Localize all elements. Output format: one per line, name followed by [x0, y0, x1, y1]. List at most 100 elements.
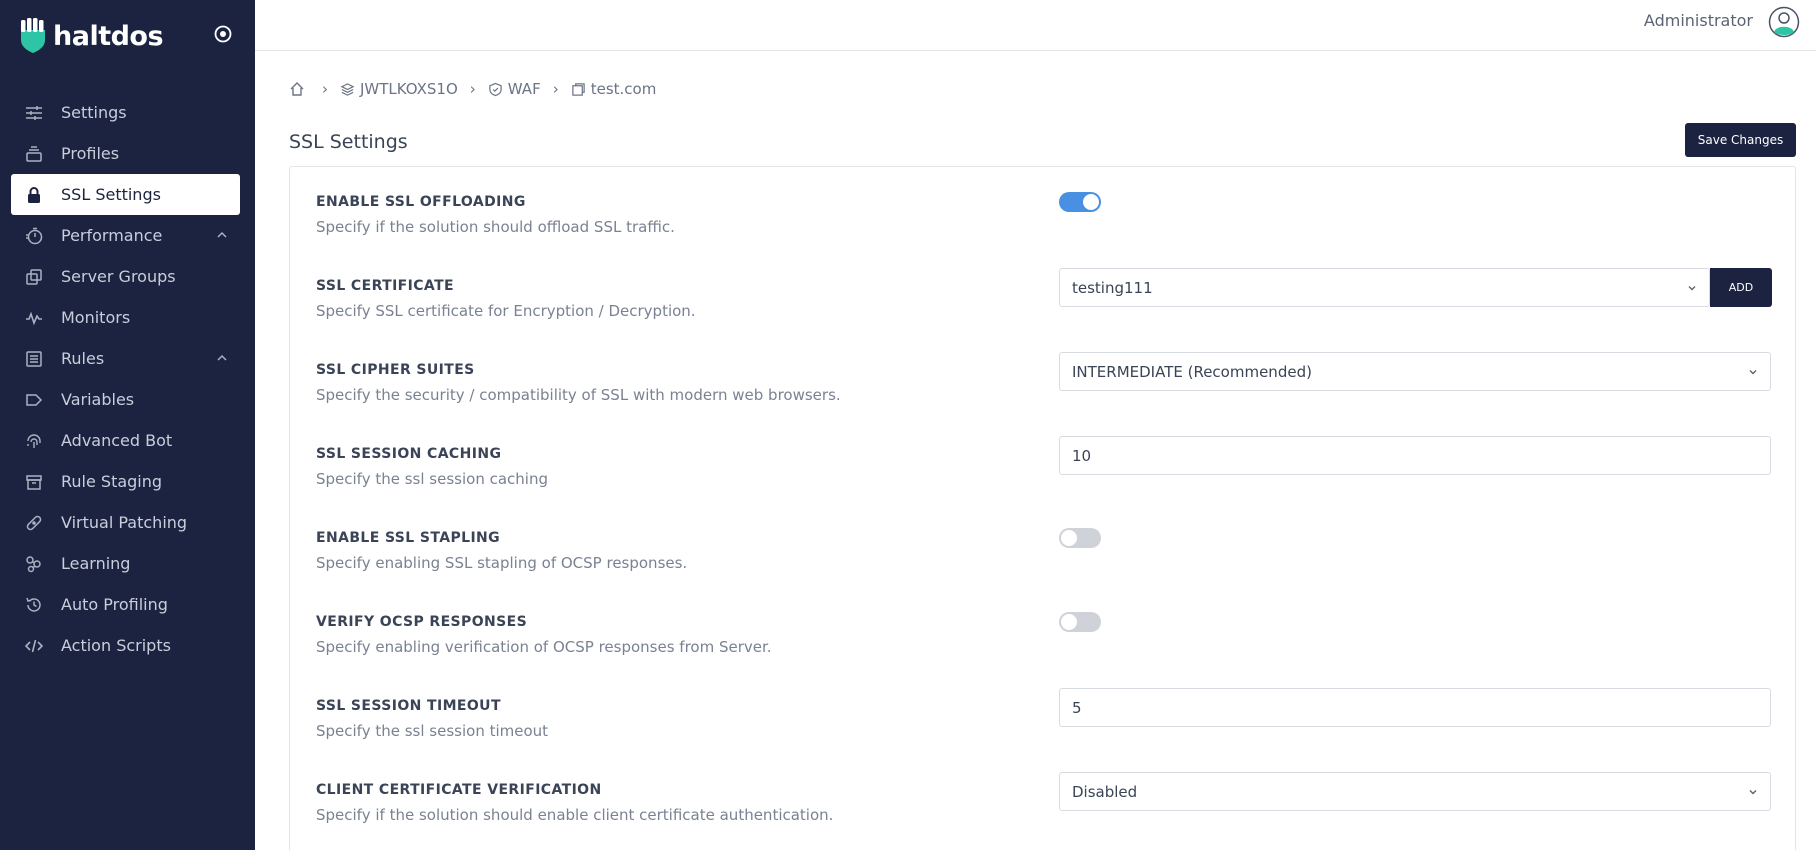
page-title: SSL Settings [289, 131, 408, 153]
sidebar-item-rule-staging[interactable]: Rule Staging [11, 461, 240, 502]
cipher-suites-select[interactable]: INTERMEDIATE (Recommended) [1059, 352, 1771, 391]
breadcrumb-separator: › [469, 80, 476, 98]
sidebar: haltdos Settings Profiles SSL Settings P… [0, 0, 255, 850]
logo-icon [21, 18, 45, 53]
sidebar-item-label: Rule Staging [61, 472, 163, 491]
ssl-offloading-toggle[interactable] [1059, 192, 1101, 212]
brand-logo[interactable]: haltdos [18, 16, 240, 56]
sliders-icon [24, 103, 44, 123]
sidebar-nav: Settings Profiles SSL Settings Performan… [11, 92, 240, 666]
sidebar-item-monitors[interactable]: Monitors [11, 297, 240, 338]
sidebar-item-server-groups[interactable]: Server Groups [11, 256, 240, 297]
breadcrumb-home[interactable] [289, 81, 310, 97]
verify-ocsp-toggle[interactable] [1059, 612, 1101, 632]
breadcrumb-module-label: WAF [507, 80, 541, 98]
sidebar-item-learning[interactable]: Learning [11, 543, 240, 584]
setting-title: ENABLE SSL OFFLOADING [316, 194, 526, 210]
chevron-down-icon [1749, 790, 1757, 795]
setting-ssl-offloading: ENABLE SSL OFFLOADING Specify if the sol… [316, 192, 1771, 254]
brand-name: haltdos [53, 20, 164, 52]
shield-check-icon [489, 82, 502, 96]
code-icon [24, 636, 44, 656]
sidebar-item-label: Auto Profiling [61, 595, 168, 614]
setting-description: Specify enabling verification of OCSP re… [316, 638, 772, 656]
user-avatar-icon[interactable] [1768, 6, 1800, 38]
select-value: testing111 [1072, 279, 1153, 297]
lock-icon [24, 185, 44, 205]
sidebar-item-label: Learning [61, 554, 131, 573]
sidebar-item-label: SSL Settings [61, 185, 161, 204]
setting-title: SSL SESSION CACHING [316, 446, 502, 462]
chevron-down-icon [1749, 370, 1757, 375]
sidebar-item-profiles[interactable]: Profiles [11, 133, 240, 174]
setting-ssl-stapling: ENABLE SSL STAPLING Specify enabling SSL… [316, 528, 1771, 590]
top-bar: Administrator [255, 0, 1816, 51]
setting-verify-ocsp: VERIFY OCSP RESPONSES Specify enabling v… [316, 612, 1771, 674]
chevron-up-icon [217, 231, 227, 238]
setting-description: Specify enabling SSL stapling of OCSP re… [316, 554, 688, 572]
setting-title: VERIFY OCSP RESPONSES [316, 614, 528, 630]
molecule-icon [24, 554, 44, 574]
sidebar-item-label: Action Scripts [61, 636, 171, 655]
toggle-knob [1061, 530, 1077, 546]
chevron-up-icon [217, 354, 227, 361]
sidebar-item-rules[interactable]: Rules [11, 338, 240, 379]
sidebar-item-variables[interactable]: Variables [11, 379, 240, 420]
chevron-down-icon [1688, 286, 1696, 291]
setting-title: SSL CERTIFICATE [316, 278, 454, 294]
sidebar-item-ssl-settings[interactable]: SSL Settings [11, 174, 240, 215]
breadcrumb-site[interactable]: test.com [571, 80, 657, 98]
setting-title: SSL CIPHER SUITES [316, 362, 475, 378]
setting-title: CLIENT CERTIFICATE VERIFICATION [316, 782, 602, 798]
history-icon [24, 595, 44, 615]
session-caching-input[interactable]: 10 [1059, 436, 1771, 475]
bandaid-icon [24, 513, 44, 533]
user-name[interactable]: Administrator [1644, 11, 1753, 30]
sidebar-item-label: Variables [61, 390, 135, 409]
breadcrumb-node[interactable]: JWTLKOXS1O [340, 80, 458, 98]
sidebar-collapse-icon[interactable] [213, 24, 233, 44]
session-timeout-input[interactable]: 5 [1059, 688, 1771, 727]
breadcrumb-node-label: JWTLKOXS1O [360, 80, 458, 98]
setting-cipher-suites: SSL CIPHER SUITES Specify the security /… [316, 352, 1771, 422]
client-certificate-select[interactable]: Disabled [1059, 772, 1771, 811]
sidebar-item-advanced-bot[interactable]: Advanced Bot [11, 420, 240, 461]
setting-description: Specify SSL certificate for Encryption /… [316, 302, 696, 320]
breadcrumb-module[interactable]: WAF [488, 80, 541, 98]
add-certificate-button[interactable]: ADD [1710, 268, 1772, 307]
setting-description: Specify the ssl session timeout [316, 722, 549, 740]
setting-description: Specify the security / compatibility of … [316, 386, 841, 404]
breadcrumb-separator: › [552, 80, 559, 98]
sidebar-item-action-scripts[interactable]: Action Scripts [11, 625, 240, 666]
settings-card: ENABLE SSL OFFLOADING Specify if the sol… [289, 166, 1796, 850]
setting-session-timeout: SSL SESSION TIMEOUT Specify the ssl sess… [316, 688, 1771, 758]
select-value: Disabled [1072, 783, 1138, 801]
copy-icon [24, 267, 44, 287]
save-changes-button[interactable]: Save Changes [1685, 123, 1796, 157]
sidebar-item-label: Monitors [61, 308, 131, 327]
sidebar-item-performance[interactable]: Performance [11, 215, 240, 256]
ssl-certificate-select[interactable]: testing111 [1059, 268, 1710, 307]
stack-icon [24, 144, 44, 164]
archive-icon [24, 472, 44, 492]
tag-icon [24, 390, 44, 410]
sidebar-item-label: Settings [61, 103, 127, 122]
sidebar-item-label: Virtual Patching [61, 513, 188, 532]
setting-ssl-certificate: SSL CERTIFICATE Specify SSL certificate … [316, 268, 1772, 338]
breadcrumb: › JWTLKOXS1O › WAF › test.com [289, 78, 656, 100]
list-icon [24, 349, 44, 369]
input-value: 5 [1072, 699, 1082, 717]
setting-title: SSL SESSION TIMEOUT [316, 698, 501, 714]
sidebar-item-virtual-patching[interactable]: Virtual Patching [11, 502, 240, 543]
sidebar-item-label: Rules [61, 349, 105, 368]
select-value: INTERMEDIATE (Recommended) [1072, 363, 1312, 381]
toggle-knob [1061, 614, 1077, 630]
setting-client-certificate: CLIENT CERTIFICATE VERIFICATION Specify … [316, 772, 1771, 842]
sidebar-item-settings[interactable]: Settings [11, 92, 240, 133]
breadcrumb-separator: › [322, 80, 328, 98]
sidebar-item-label: Server Groups [61, 267, 176, 286]
input-value: 10 [1072, 447, 1092, 465]
sidebar-item-auto-profiling[interactable]: Auto Profiling [11, 584, 240, 625]
ssl-stapling-toggle[interactable] [1059, 528, 1101, 548]
breadcrumb-site-label: test.com [590, 80, 657, 98]
